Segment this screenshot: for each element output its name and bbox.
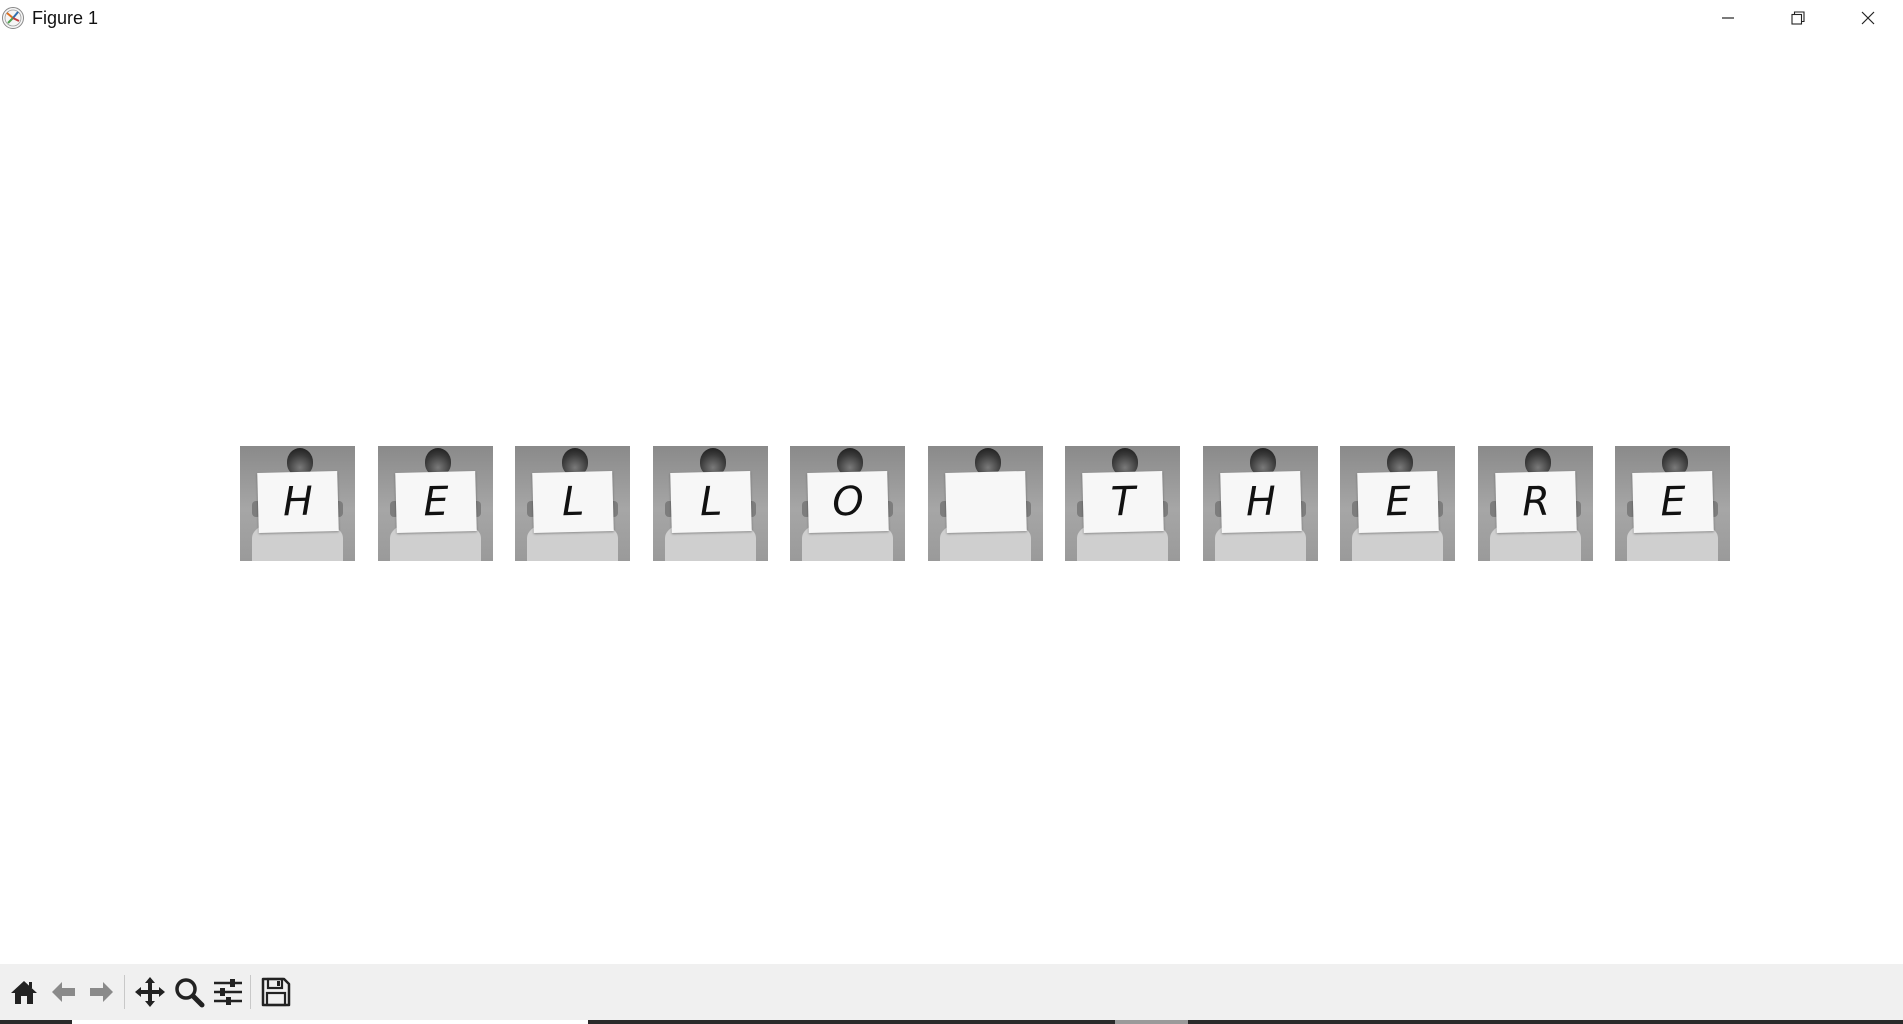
sign-letter: T	[1110, 478, 1136, 526]
floppy-disk-icon	[261, 977, 291, 1007]
restore-icon	[1791, 11, 1805, 25]
sign-letter: L	[699, 478, 723, 526]
image-tile: E	[1615, 446, 1730, 561]
image-tile: L	[653, 446, 768, 561]
image-tile: R	[1478, 446, 1593, 561]
image-tile: E	[378, 446, 493, 561]
toolbar-separator	[250, 975, 251, 1009]
title-bar: Figure 1	[0, 0, 1903, 36]
scroll-thumb[interactable]	[1115, 1020, 1188, 1024]
paper-sign: E	[395, 470, 477, 534]
scroll-segment	[588, 1020, 1903, 1024]
minimize-icon	[1722, 17, 1734, 19]
paper-sign: H	[257, 470, 339, 534]
paper-sign	[945, 470, 1027, 534]
sign-letter: O	[831, 478, 865, 526]
sign-letter: L	[561, 478, 585, 526]
toolbar-separator	[124, 975, 125, 1009]
bottom-scroll-indicator	[0, 1020, 1903, 1024]
navigation-toolbar	[0, 964, 1903, 1020]
home-button[interactable]	[6, 972, 42, 1012]
paper-sign: L	[670, 470, 752, 534]
window-title: Figure 1	[32, 7, 99, 28]
paper-sign: L	[532, 470, 614, 534]
paper-sign: R	[1495, 470, 1577, 534]
forward-button[interactable]	[84, 972, 120, 1012]
configure-subplots-button[interactable]	[210, 972, 246, 1012]
magnifier-icon	[175, 978, 205, 1008]
home-icon	[11, 981, 37, 1004]
restore-button[interactable]	[1763, 0, 1833, 36]
image-tile: E	[1340, 446, 1455, 561]
sign-letter: H	[282, 478, 314, 526]
minimize-button[interactable]	[1693, 0, 1763, 36]
figure-window: Figure 1 H E L L O T H E R E	[0, 0, 1903, 1024]
image-tile: L	[515, 446, 630, 561]
paper-sign: O	[807, 470, 889, 534]
figure-canvas[interactable]: HELLOTHERE	[0, 36, 1903, 964]
sign-letter: E	[1659, 478, 1687, 526]
image-tile: O	[790, 446, 905, 561]
sign-letter: R	[1521, 478, 1551, 526]
close-icon	[1861, 11, 1875, 25]
window-controls	[1693, 0, 1903, 36]
image-tile	[928, 446, 1043, 561]
close-button[interactable]	[1833, 0, 1903, 36]
image-tile: T	[1065, 446, 1180, 561]
move-icon	[135, 977, 165, 1007]
arrow-left-icon	[52, 982, 75, 1002]
arrow-right-icon	[90, 982, 113, 1002]
sign-letter: E	[1384, 478, 1412, 526]
image-tile: H	[240, 446, 355, 561]
sign-letter: H	[1245, 478, 1277, 526]
scroll-segment	[0, 1020, 72, 1024]
image-tile: H	[1203, 446, 1318, 561]
save-button[interactable]	[258, 972, 294, 1012]
sliders-icon	[214, 979, 242, 1005]
matplotlib-logo-icon	[2, 7, 24, 29]
sign-letter: E	[422, 478, 450, 526]
pan-button[interactable]	[132, 972, 168, 1012]
paper-sign: H	[1220, 470, 1302, 534]
paper-sign: E	[1632, 470, 1714, 534]
paper-sign: T	[1082, 470, 1164, 534]
zoom-button[interactable]	[171, 972, 207, 1012]
back-button[interactable]	[45, 972, 81, 1012]
paper-sign: E	[1357, 470, 1439, 534]
